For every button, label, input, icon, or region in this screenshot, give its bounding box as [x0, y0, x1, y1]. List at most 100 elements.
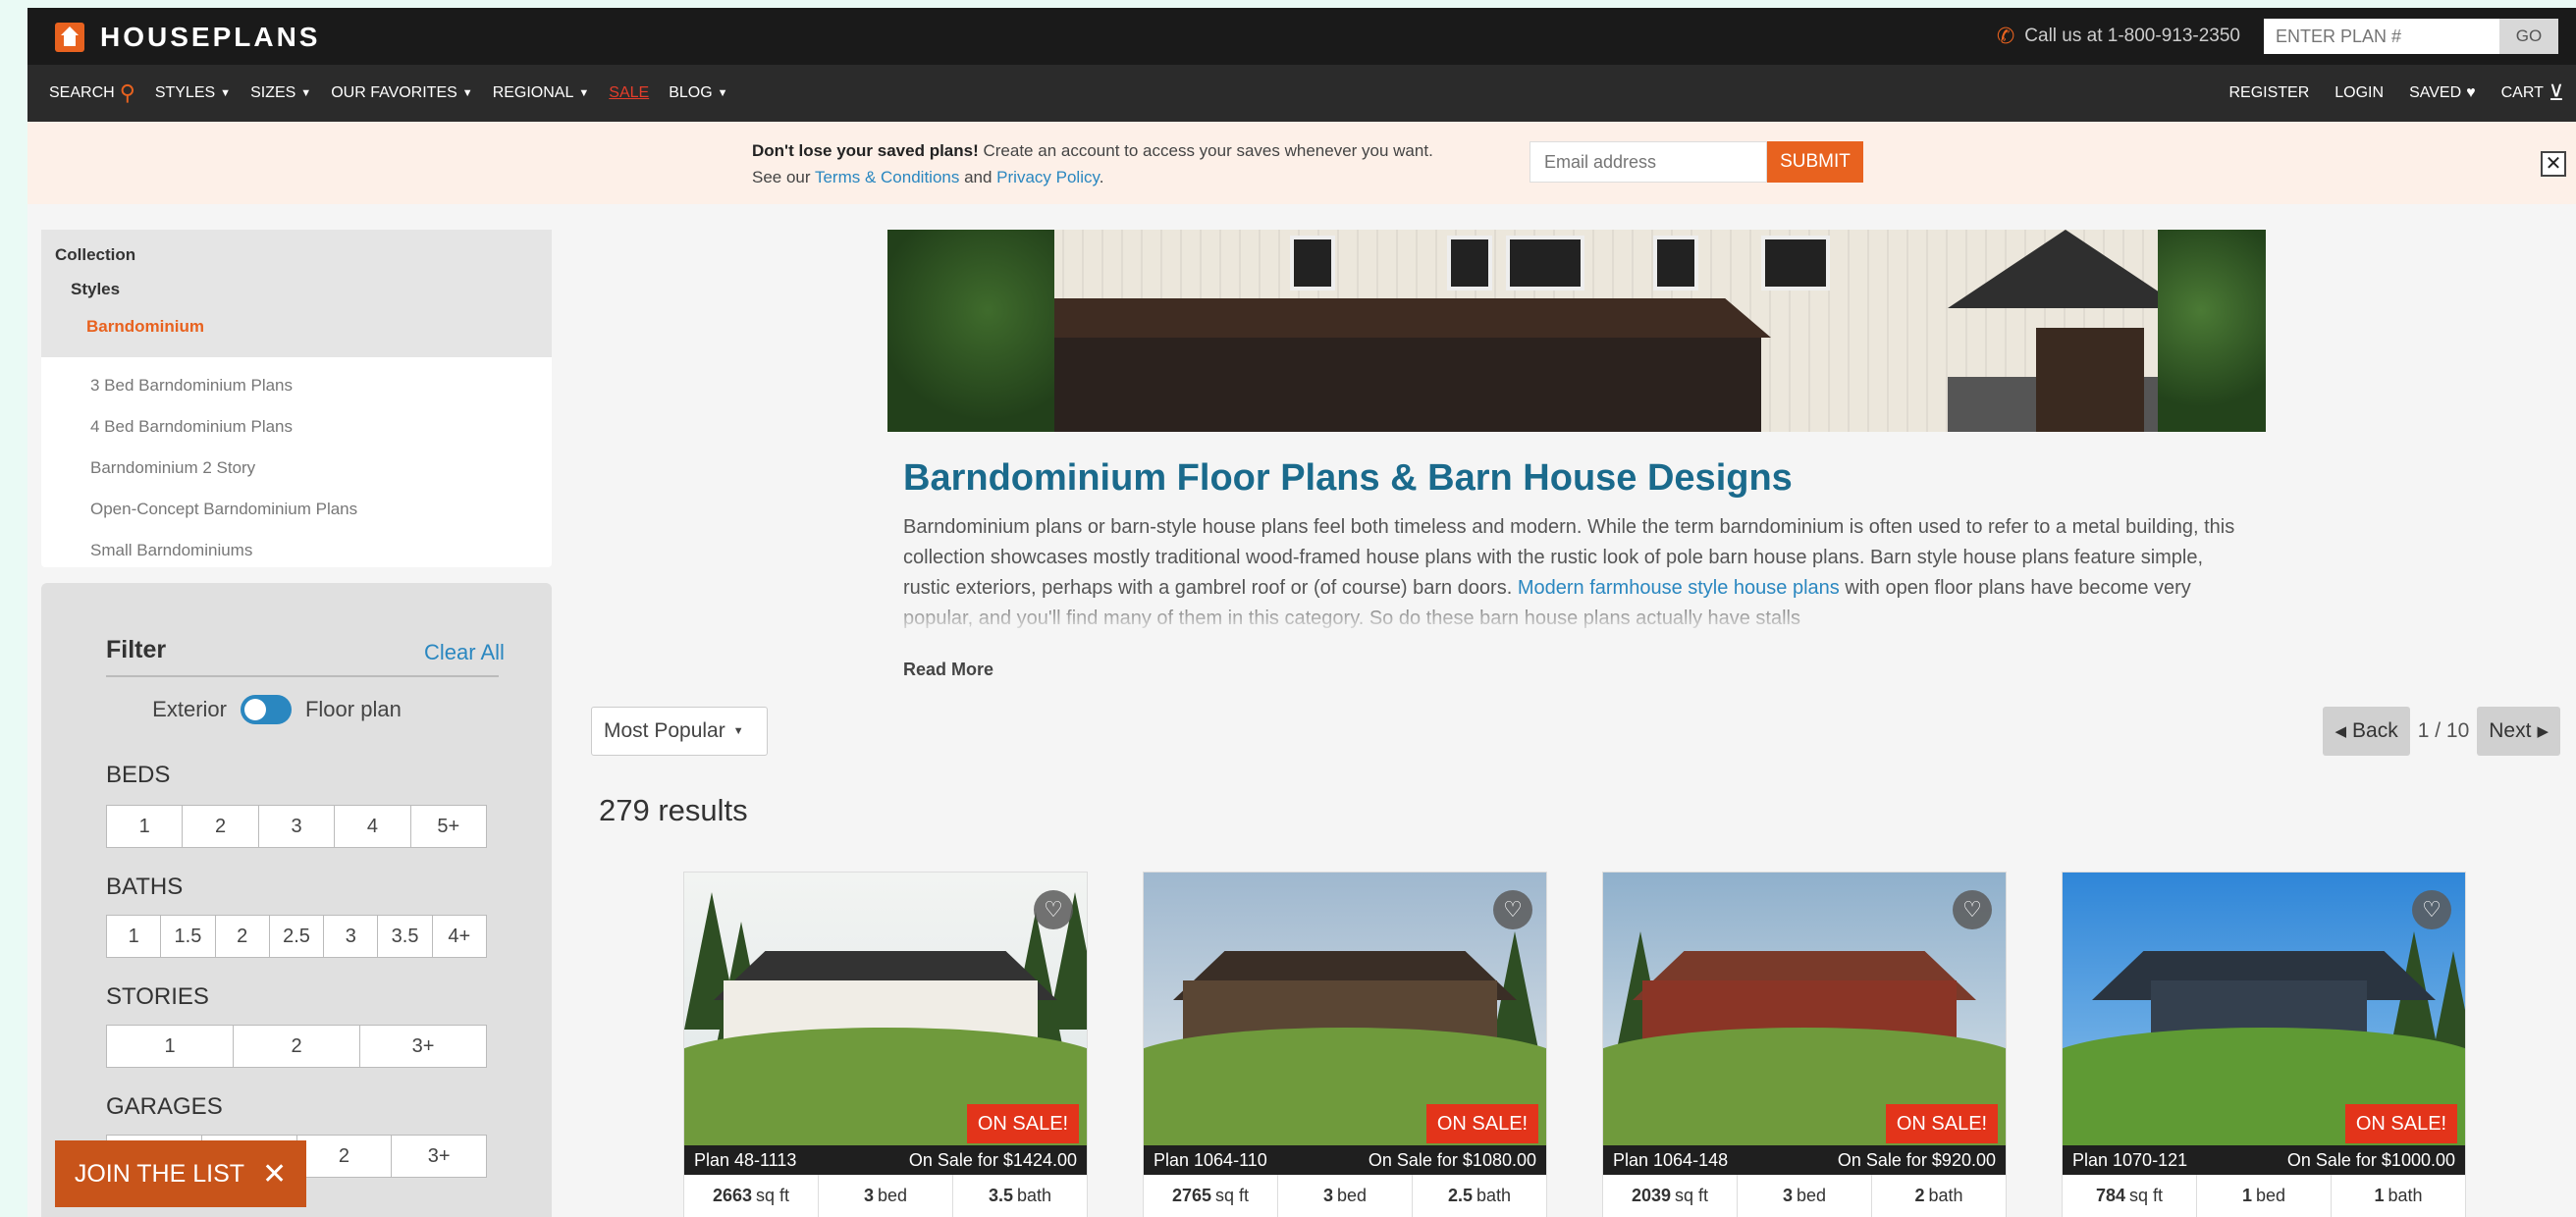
caret-left-icon: ◀ — [2334, 723, 2347, 740]
nav-cart-label: CART — [2500, 84, 2544, 101]
sale-price: On Sale for $920.00 — [1837, 1149, 1996, 1170]
breadcrumb-current[interactable]: Barndominium — [55, 318, 538, 335]
baths-option[interactable]: 4+ — [433, 916, 486, 957]
plan-number: Plan 1064-148 — [1613, 1149, 1729, 1170]
privacy-link[interactable]: Privacy Policy — [996, 168, 1100, 186]
baths-option[interactable]: 2.5 — [270, 916, 325, 957]
nav-favorites-label: OUR FAVORITES — [331, 84, 457, 101]
email-input[interactable] — [1530, 141, 1767, 183]
close-icon[interactable]: ✕ — [262, 1157, 287, 1191]
stories-label: STORIES — [106, 983, 209, 1010]
phone-text: Call us at 1-800-913-2350 — [2024, 26, 2240, 46]
plan-number: Plan 1070-121 — [2072, 1149, 2188, 1170]
chevron-down-icon: ▼ — [717, 87, 728, 99]
favorite-heart-icon[interactable]: ♡ — [1493, 890, 1532, 929]
view-toggle[interactable] — [240, 695, 292, 724]
plan-number: Plan 48-1113 — [694, 1149, 797, 1170]
on-sale-badge: ON SALE! — [1886, 1104, 1998, 1143]
terms-link[interactable]: Terms & Conditions — [815, 168, 959, 186]
breadcrumb-collection[interactable]: Collection — [55, 241, 538, 281]
bath-stat: 2.5 bath — [1413, 1175, 1546, 1217]
beds-option[interactable]: 2 — [183, 806, 259, 847]
favorite-heart-icon[interactable]: ♡ — [1953, 890, 1992, 929]
bed-stat: 3 bed — [819, 1175, 953, 1217]
plan-card[interactable]: ♡ ON SALE! Plan 1064-148 On Sale for $92… — [1602, 872, 2007, 1217]
sqft-unit: sq ft — [1675, 1186, 1709, 1205]
plan-stats: 2663 sq ft 3 bed 3.5 bath — [684, 1175, 1087, 1217]
sort-select[interactable]: Most Popular ▼ — [591, 707, 768, 756]
garages-option[interactable]: 2 — [297, 1136, 393, 1177]
plan-card[interactable]: ♡ ON SALE! Plan 48-1113 On Sale for $142… — [683, 872, 1088, 1217]
plan-strip: Plan 1064-110 On Sale for $1080.00 — [1144, 1145, 1546, 1175]
toggle-label-exterior: Exterior — [152, 697, 227, 721]
nav-saved[interactable]: SAVED ♥ — [2409, 84, 2476, 102]
sqft-unit: sq ft — [756, 1186, 790, 1205]
back-button[interactable]: ◀ Back — [2323, 707, 2410, 756]
list-item[interactable]: Small Barndominiums — [41, 530, 552, 571]
close-icon[interactable]: ✕ — [2541, 151, 2566, 177]
list-item[interactable]: 3 Bed Barndominium Plans — [41, 365, 552, 406]
favorite-heart-icon[interactable]: ♡ — [1034, 890, 1073, 929]
nav-blog[interactable]: BLOG ▼ — [669, 84, 727, 102]
list-item[interactable]: 4 Bed Barndominium Plans — [41, 406, 552, 448]
baths-selector: 1 1.5 2 2.5 3 3.5 4+ — [106, 915, 487, 958]
beds-option[interactable]: 3 — [259, 806, 336, 847]
top-bar: HOUSEPLANS ✆ Call us at 1-800-913-2350 G… — [27, 8, 2576, 65]
baths-option[interactable]: 3 — [324, 916, 379, 957]
sqft-unit: sq ft — [2129, 1186, 2164, 1205]
sqft-stat: 2039 sq ft — [1603, 1175, 1738, 1217]
nav-sizes-label: SIZES — [250, 84, 296, 101]
site-logo[interactable]: HOUSEPLANS — [55, 22, 320, 53]
beds-label: BEDS — [106, 762, 171, 788]
baths-option[interactable]: 1.5 — [161, 916, 216, 957]
list-item[interactable]: Open-Concept Barndominium Plans — [41, 489, 552, 530]
stories-option[interactable]: 1 — [107, 1026, 234, 1067]
stories-option[interactable]: 3+ — [360, 1026, 486, 1067]
nav-our-favorites[interactable]: OUR FAVORITES ▼ — [331, 84, 473, 102]
favorite-heart-icon[interactable]: ♡ — [2412, 890, 2451, 929]
nav-styles[interactable]: STYLES ▼ — [155, 84, 231, 102]
nav-regional[interactable]: REGIONAL ▼ — [493, 84, 590, 102]
page-indicator: 1 / 10 — [2417, 719, 2470, 742]
nav-blog-label: BLOG — [669, 84, 713, 101]
view-toggle-row: Exterior Floor plan — [41, 695, 552, 724]
results-count: 279 results — [599, 793, 748, 827]
join-list-label: JOIN THE LIST — [74, 1159, 245, 1188]
filter-panel: Filter Clear All Exterior Floor plan BED… — [41, 583, 552, 1217]
phone-link[interactable]: ✆ Call us at 1-800-913-2350 — [1997, 24, 2240, 49]
baths-option[interactable]: 3.5 — [378, 916, 433, 957]
plan-card[interactable]: ♡ ON SALE! Plan 1064-110 On Sale for $10… — [1143, 872, 1547, 1217]
modern-farmhouse-link[interactable]: Modern farmhouse style house plans — [1518, 577, 1840, 599]
stories-option[interactable]: 2 — [234, 1026, 360, 1067]
baths-option[interactable]: 2 — [216, 916, 270, 957]
join-list-button[interactable]: JOIN THE LIST ✕ — [55, 1140, 306, 1207]
baths-option[interactable]: 1 — [107, 916, 162, 957]
list-item[interactable]: Barndominium 2 Story — [41, 448, 552, 489]
cart-icon: ⊻ — [2548, 80, 2564, 105]
beds-option[interactable]: 5+ — [411, 806, 486, 847]
next-button[interactable]: Next ▶ — [2477, 707, 2560, 756]
garages-option[interactable]: 3+ — [392, 1136, 486, 1177]
plan-card[interactable]: ♡ ON SALE! Plan 1070-121 On Sale for $10… — [2062, 872, 2466, 1217]
bath-value: 3.5 — [988, 1186, 1013, 1205]
breadcrumb-styles[interactable]: Styles — [55, 281, 538, 320]
nav-login[interactable]: LOGIN — [2334, 84, 2384, 102]
clear-all-link[interactable]: Clear All — [424, 640, 505, 665]
toggle-label-floorplan: Floor plan — [304, 697, 402, 721]
chevron-down-icon: ▼ — [220, 87, 232, 99]
garages-label: GARAGES — [106, 1093, 223, 1120]
go-button[interactable]: GO — [2499, 19, 2558, 54]
plan-number-input[interactable] — [2264, 19, 2499, 54]
nav-register[interactable]: REGISTER — [2228, 84, 2309, 102]
sale-price: On Sale for $1080.00 — [1368, 1149, 1536, 1170]
beds-option[interactable]: 4 — [335, 806, 411, 847]
nav-search[interactable]: SEARCH ⚲ — [49, 80, 135, 106]
read-more-link[interactable]: Read More — [903, 660, 993, 680]
nav-sizes[interactable]: SIZES ▼ — [250, 84, 311, 102]
beds-option[interactable]: 1 — [107, 806, 184, 847]
sqft-stat: 2765 sq ft — [1144, 1175, 1278, 1217]
submit-button[interactable]: SUBMIT — [1767, 141, 1863, 183]
nav-sale[interactable]: SALE — [609, 84, 649, 102]
nav-cart[interactable]: CART ⊻ — [2501, 80, 2564, 106]
divider — [106, 675, 499, 677]
